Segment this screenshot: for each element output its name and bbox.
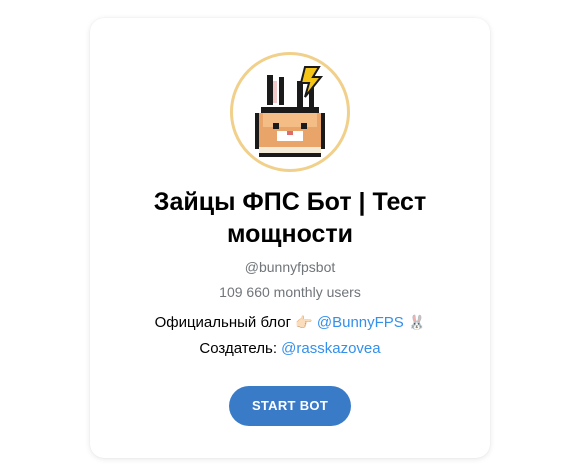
description-line-blog: Официальный блог 👉🏻 @BunnyFPS 🐰 [90, 314, 490, 331]
rabbit-icon: 🐰 [407, 315, 426, 331]
bot-avatar [230, 52, 350, 172]
monthly-users-count: 109 660 monthly users [219, 284, 361, 300]
bot-username: @bunnyfpsbot [244, 259, 336, 275]
start-bot-button[interactable]: START BOT [229, 386, 351, 426]
description-blog-label: Официальный блог [154, 314, 296, 331]
bot-profile-card: Зайцы ФПС Бот | Тест мощности @bunnyfpsb… [90, 18, 490, 458]
description-creator-label: Создатель: [199, 340, 282, 357]
blog-channel-link[interactable]: @BunnyFPS [317, 314, 404, 331]
description-line-creator: Создатель: @rasskazovea [90, 340, 490, 357]
pixel-bunny-icon [255, 66, 325, 157]
creator-link[interactable]: @rasskazovea [281, 340, 380, 357]
bot-title: Зайцы ФПС Бот | Тест мощности [153, 188, 427, 248]
pointing-hand-icon: 👉🏻 [295, 315, 313, 331]
